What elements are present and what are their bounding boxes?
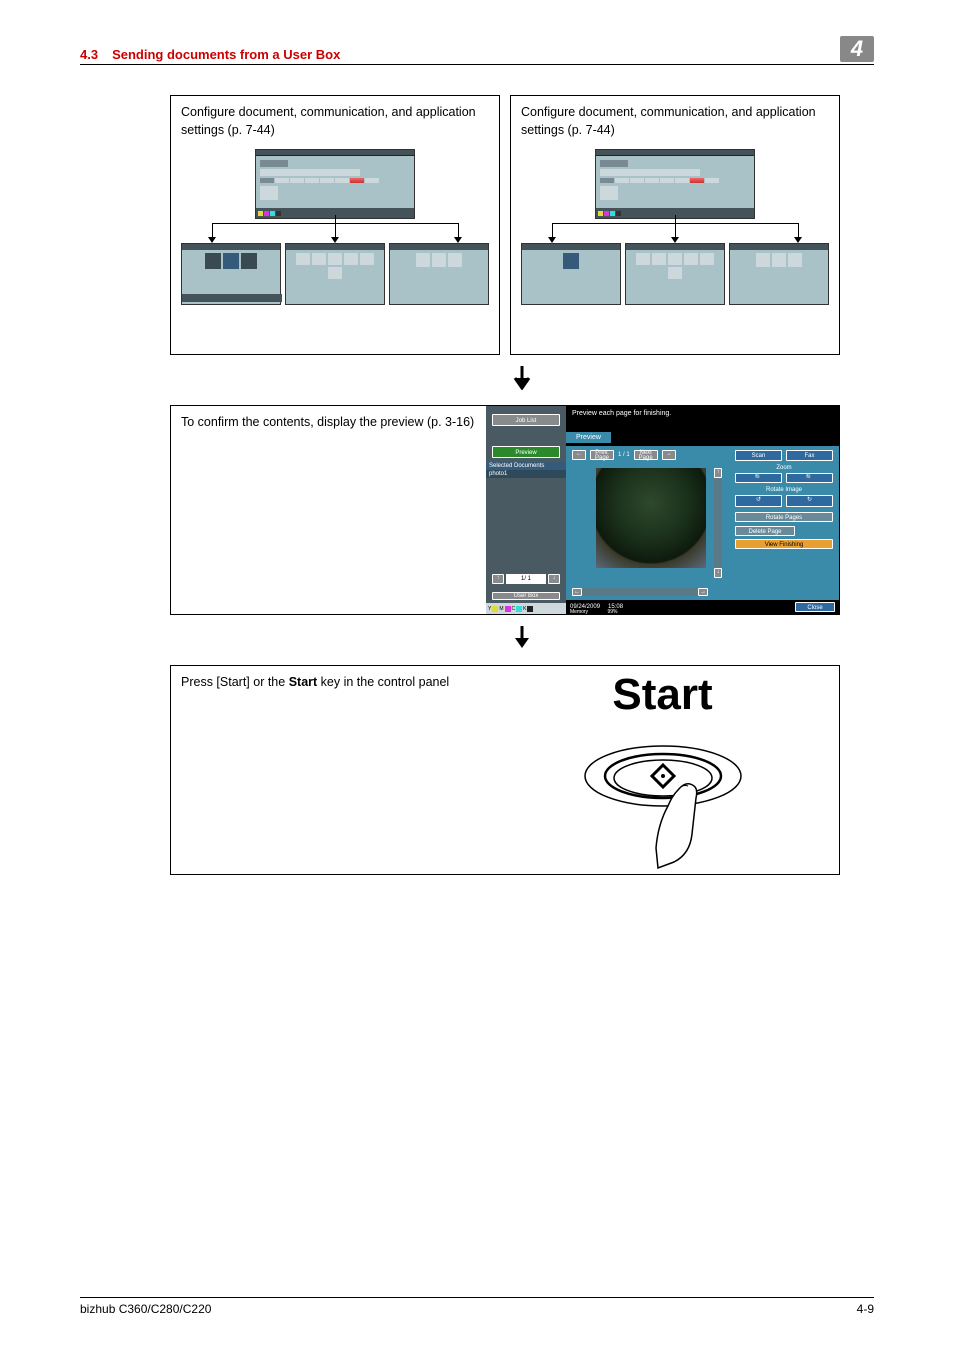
screenshot-thumb-small [729, 243, 829, 305]
preview-button[interactable]: Preview [492, 446, 560, 458]
rotate-left-button[interactable]: ↺ [735, 495, 782, 507]
delete-page-button[interactable]: Delete Page [735, 526, 795, 536]
arrow-down-icon [170, 365, 874, 397]
user-box-button[interactable]: User Box [492, 592, 560, 600]
screenshot-thumb-small [625, 243, 725, 305]
toner-m: M [499, 606, 503, 612]
flow-connector-icon [521, 223, 829, 241]
start-text-before: Press [Start] or the [181, 675, 289, 689]
footer-product: bizhub C360/C280/C220 [80, 1302, 211, 1316]
prev-page-button[interactable]: Prev. Page [590, 450, 614, 460]
flow-connector-icon [181, 223, 489, 241]
close-button[interactable]: Close [795, 602, 835, 612]
preview-panel-screenshot: Job List Preview Selected Documents phot… [486, 406, 839, 614]
scroll-up-button[interactable]: ↑ [714, 468, 722, 478]
page-footer: bizhub C360/C280/C220 4-9 [80, 1297, 874, 1316]
rotate-right-button[interactable]: ↻ [786, 495, 833, 507]
screenshot-thumb [595, 149, 755, 219]
section-number: 4.3 [80, 47, 98, 62]
configure-text-left: Configure document, communication, and a… [181, 104, 489, 139]
next-page-button[interactable]: Next Page [634, 450, 658, 460]
nav-down-button[interactable]: ↓ [548, 574, 560, 584]
preview-step-box: To confirm the contents, display the pre… [170, 405, 840, 615]
prev-arrow-button[interactable]: ← [572, 450, 586, 460]
screenshot-thumb-small [521, 243, 621, 305]
configure-box-right: Configure document, communication, and a… [510, 95, 840, 355]
screenshot-thumb-small [389, 243, 489, 305]
toner-y: Y [488, 606, 491, 612]
rotate-image-label: Rotate Image [735, 487, 833, 493]
selected-docs-label: Selected Documents [486, 462, 566, 470]
configure-box-left: Configure document, communication, and a… [170, 95, 500, 355]
nav-up-button[interactable]: ↑ [492, 574, 504, 584]
zoom-out-button[interactable]: 🔍 [735, 473, 782, 483]
memory-pct: 99% [607, 609, 617, 615]
scroll-left-button[interactable]: ← [572, 588, 582, 596]
screenshot-thumb-small [285, 243, 385, 305]
job-list-button[interactable]: Job List [492, 414, 560, 426]
scan-button[interactable]: Scan [735, 450, 782, 461]
page-header: 4.3 Sending documents from a User Box 4 [80, 36, 874, 65]
next-arrow-button[interactable]: → [662, 450, 676, 460]
toner-k: K [523, 606, 526, 612]
nav-pager: 1/ 1 [506, 574, 546, 584]
footer-page: 4-9 [857, 1302, 874, 1316]
arrow-down-icon [170, 625, 874, 657]
document-preview-image [596, 468, 706, 568]
zoom-label: Zoom [735, 465, 833, 471]
screenshot-thumb [255, 149, 415, 219]
rotate-pages-button[interactable]: Rotate Pages [735, 512, 833, 522]
start-button-icon [578, 724, 748, 874]
chapter-badge: 4 [840, 36, 874, 62]
doc-name-label: photo1 [486, 470, 566, 478]
fax-button[interactable]: Fax [786, 450, 833, 461]
preview-step-text: To confirm the contents, display the pre… [181, 414, 476, 432]
page-indicator: 1 / 1 [618, 452, 630, 458]
start-step-box: Press [Start] or the Start key in the co… [170, 665, 840, 875]
view-finishing-button[interactable]: View Finishing [735, 539, 833, 549]
scroll-down-button[interactable]: ↓ [714, 568, 722, 578]
memory-label: Memory [570, 609, 588, 615]
start-text-bold: Start [289, 675, 317, 689]
start-text-after: key in the control panel [317, 675, 449, 689]
start-label: Start [486, 670, 839, 720]
section-title: Sending documents from a User Box [112, 47, 340, 62]
toner-c: C [512, 606, 516, 612]
screenshot-thumb-small [181, 243, 281, 305]
preview-hint: Preview each page for finishing. [566, 406, 839, 421]
scroll-right-button[interactable]: → [698, 588, 708, 596]
preview-tab[interactable]: Preview [566, 432, 611, 443]
zoom-in-button[interactable]: 🔍 [786, 473, 833, 483]
configure-text-right: Configure document, communication, and a… [521, 104, 829, 139]
